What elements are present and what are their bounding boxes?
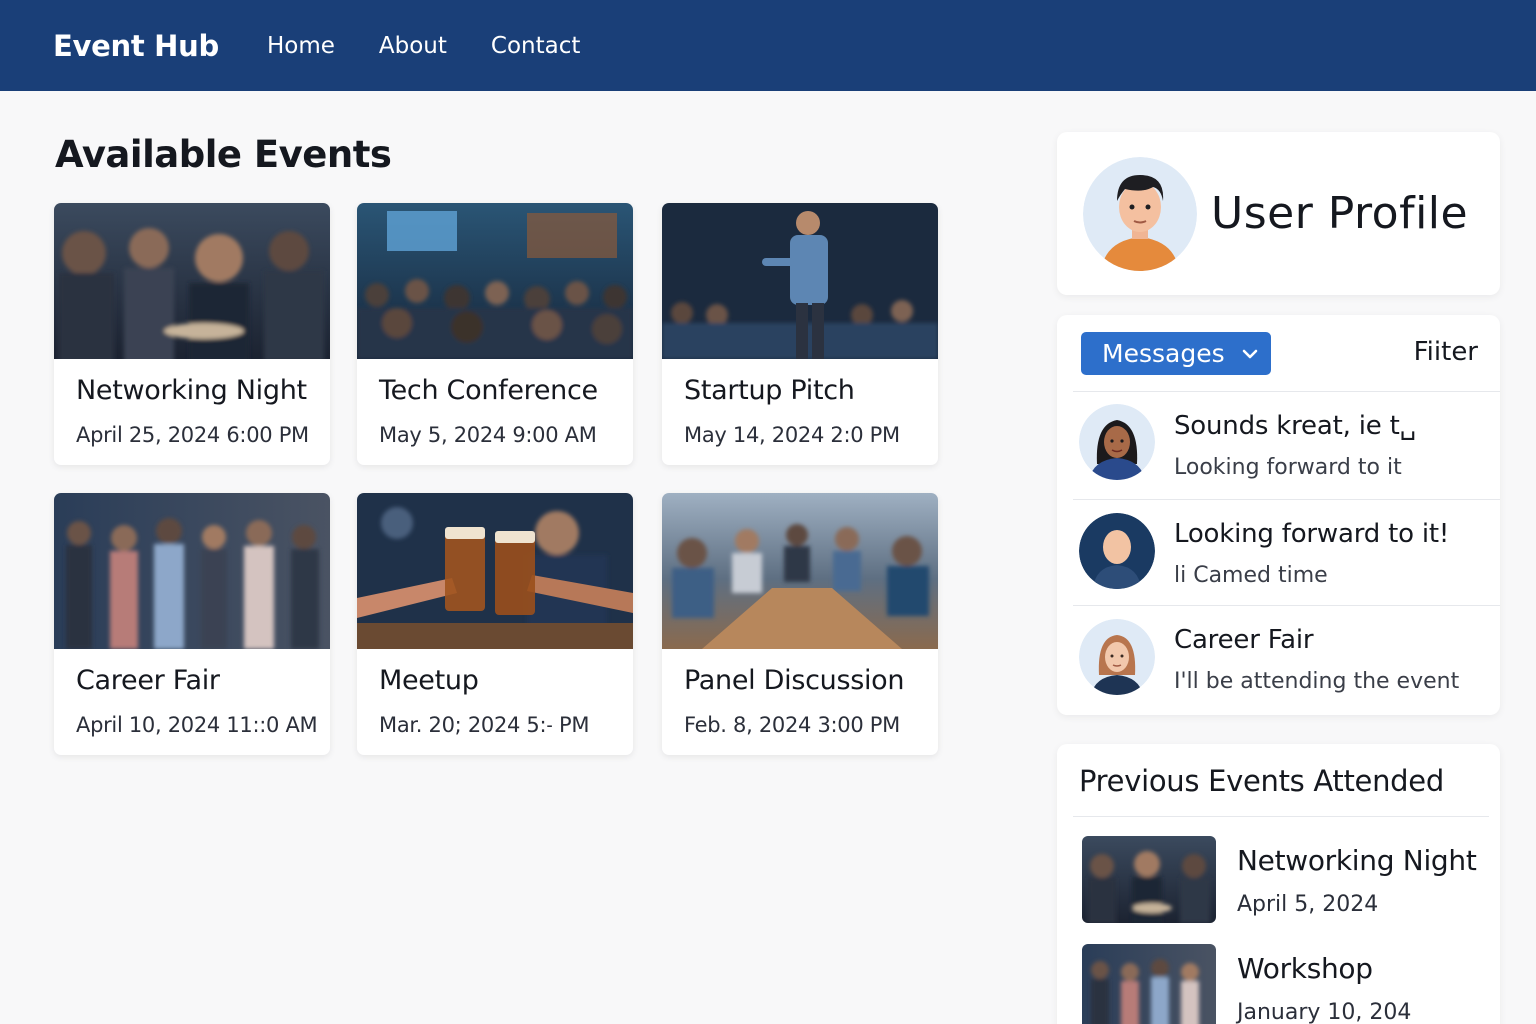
previous-event-date: April 5, 2024 bbox=[1237, 892, 1379, 917]
event-date: April 25, 2024 6:00 PM bbox=[76, 423, 309, 447]
divider bbox=[1073, 499, 1500, 500]
message-preview: Looking forward to it bbox=[1174, 455, 1402, 480]
divider bbox=[1073, 816, 1489, 817]
message-item[interactable]: Career Fair I'll be attending the event bbox=[1057, 607, 1500, 713]
event-date: Feb. 8, 2024 3:00 PM bbox=[684, 713, 900, 737]
event-name: Career Fair bbox=[76, 665, 220, 696]
presenter-speaking-photo bbox=[662, 203, 938, 359]
event-name: Startup Pitch bbox=[684, 375, 855, 406]
woman-dark-hair-avatar bbox=[1079, 404, 1155, 480]
messages-panel: Messages Fiiter Sounds kreat, ie t␣ Look… bbox=[1057, 315, 1500, 715]
previous-events-title: Previous Events Attended bbox=[1079, 764, 1444, 798]
divider bbox=[1073, 605, 1500, 606]
event-date: Mar. 20; 2024 5:˗ PM bbox=[379, 713, 590, 737]
career-fair-crowd-photo bbox=[54, 493, 330, 649]
event-card-panel-discussion[interactable]: Panel Discussion Feb. 8, 2024 3:00 PM bbox=[662, 493, 938, 755]
divider bbox=[1073, 391, 1500, 392]
event-date: May 14, 2024 2:0 PM bbox=[684, 423, 900, 447]
message-title: Career Fair bbox=[1174, 625, 1314, 655]
message-item[interactable]: Sounds kreat, ie t␣ Looking forward to i… bbox=[1057, 393, 1500, 499]
nav-link-about[interactable]: About bbox=[379, 33, 447, 59]
career-fair-crowd-photo bbox=[1082, 944, 1216, 1024]
page-title: Available Events bbox=[55, 133, 392, 176]
message-preview: li Camed time bbox=[1174, 563, 1328, 588]
messages-dropdown-button[interactable]: Messages bbox=[1081, 332, 1271, 375]
event-card-networking-night[interactable]: Networking Night April 25, 2024 6:00 PM bbox=[54, 203, 330, 465]
event-date: May 5, 2024 9:00 AM bbox=[379, 423, 597, 447]
messages-button-label: Messages bbox=[1102, 339, 1225, 368]
previous-event-name: Networking Night bbox=[1237, 844, 1477, 877]
event-card-tech-conference[interactable]: Tech Conference May 5, 2024 9:00 AM bbox=[357, 203, 633, 465]
user-avatar[interactable] bbox=[1083, 157, 1197, 271]
beer-toast-photo bbox=[357, 493, 633, 649]
chevron-down-icon bbox=[1242, 349, 1257, 358]
user-profile-card: User Profile bbox=[1057, 132, 1500, 295]
message-preview: I'll be attending the event bbox=[1174, 669, 1460, 694]
previous-event-item[interactable]: Workshop January 10, 204 bbox=[1057, 944, 1500, 1024]
previous-event-date: January 10, 204 bbox=[1237, 1000, 1412, 1024]
top-navigation-bar: Event Hub Home About Contact bbox=[0, 0, 1536, 91]
conference-audience-photo bbox=[357, 203, 633, 359]
event-name: Networking Night bbox=[76, 375, 307, 406]
event-name: Panel Discussion bbox=[684, 665, 905, 696]
filter-button[interactable]: Fiiter bbox=[1414, 337, 1478, 367]
previous-events-panel: Previous Events Attended Networking Nigh… bbox=[1057, 744, 1500, 1024]
nav-link-contact[interactable]: Contact bbox=[491, 33, 580, 59]
event-card-meetup[interactable]: Meetup Mar. 20; 2024 5:˗ PM bbox=[357, 493, 633, 755]
event-card-career-fair[interactable]: Career Fair April 10, 2024 11::0 AM bbox=[54, 493, 330, 755]
message-item[interactable]: Looking forward to it! li Camed time bbox=[1057, 501, 1500, 607]
networking-crowd-photo bbox=[1082, 836, 1216, 923]
brand-logo[interactable]: Event Hub bbox=[53, 29, 219, 63]
networking-crowd-photo bbox=[54, 203, 330, 359]
event-date: April 10, 2024 11::0 AM bbox=[76, 713, 318, 737]
previous-event-item[interactable]: Networking Night April 5, 2024 bbox=[1057, 836, 1500, 932]
woman-auburn-hair-avatar bbox=[1079, 619, 1155, 695]
event-name: Meetup bbox=[379, 665, 479, 696]
previous-event-name: Workshop bbox=[1237, 952, 1373, 985]
event-name: Tech Conference bbox=[379, 375, 598, 406]
nav-link-home[interactable]: Home bbox=[267, 33, 335, 59]
meeting-table-photo bbox=[662, 493, 938, 649]
event-card-startup-pitch[interactable]: Startup Pitch May 14, 2024 2:0 PM bbox=[662, 203, 938, 465]
message-title: Sounds kreat, ie t␣ bbox=[1174, 411, 1416, 441]
generic-person-avatar bbox=[1079, 513, 1155, 589]
message-title: Looking forward to it! bbox=[1174, 519, 1450, 549]
profile-title: User Profile bbox=[1211, 188, 1469, 239]
